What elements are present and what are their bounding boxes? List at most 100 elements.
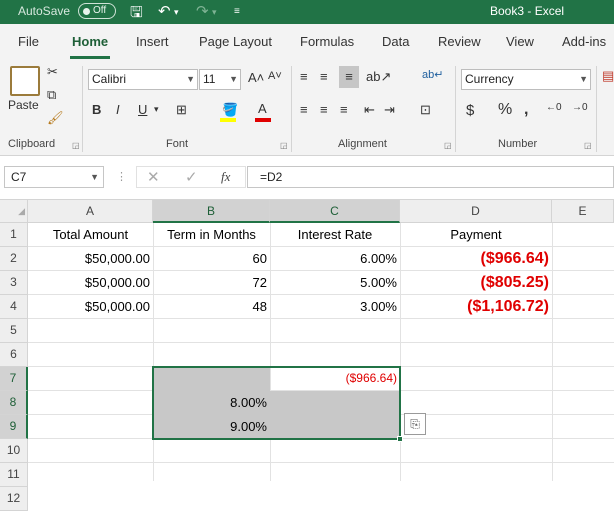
font-size-value: 11 bbox=[203, 72, 216, 86]
column-header-e[interactable]: E bbox=[552, 200, 614, 223]
row-header[interactable]: 12 bbox=[0, 487, 28, 511]
row-header[interactable]: 7 bbox=[0, 367, 28, 391]
align-center-icon[interactable]: ≡ bbox=[320, 102, 328, 117]
tab-review[interactable]: Review bbox=[438, 34, 481, 49]
font-size-select[interactable]: 11 ▼ bbox=[199, 69, 241, 90]
row-header[interactable]: 5 bbox=[0, 319, 28, 343]
cell-c2[interactable]: 6.00% bbox=[270, 247, 400, 271]
borders-icon[interactable]: ⊞ bbox=[176, 102, 187, 118]
enter-icon[interactable]: ✓ bbox=[185, 168, 198, 186]
name-box[interactable]: C7 ▼ bbox=[4, 166, 104, 188]
alignment-launcher-icon[interactable]: ◲ bbox=[444, 141, 452, 150]
redo-icon[interactable]: ↷ bbox=[196, 2, 209, 20]
merge-center-icon[interactable]: ⊡ bbox=[420, 102, 431, 118]
undo-dropdown-icon[interactable]: ▾ bbox=[174, 7, 179, 18]
tab-home[interactable]: Home bbox=[72, 34, 108, 49]
row-header[interactable]: 1 bbox=[0, 223, 28, 247]
row-header[interactable]: 3 bbox=[0, 271, 28, 295]
cell-b3[interactable]: 72 bbox=[153, 271, 270, 295]
cell-d1[interactable]: Payment bbox=[400, 223, 552, 247]
cell-a2[interactable]: $50,000.00 bbox=[28, 247, 153, 271]
decrease-indent-icon[interactable]: ⇤ bbox=[364, 102, 375, 118]
redo-dropdown-icon[interactable]: ▾ bbox=[212, 7, 217, 18]
underline-icon[interactable]: U bbox=[138, 102, 147, 117]
cell-c7[interactable]: ($966.64) bbox=[270, 367, 400, 391]
tab-insert[interactable]: Insert bbox=[136, 34, 169, 49]
cell-a1[interactable]: Total Amount bbox=[28, 223, 153, 247]
paste-icon[interactable] bbox=[10, 66, 40, 96]
column-header-c[interactable]: C bbox=[270, 200, 400, 223]
tab-view[interactable]: View bbox=[506, 34, 534, 49]
customize-qat-icon[interactable]: ≡ bbox=[234, 6, 240, 17]
ribbon: Paste ✂ ⧉ 🖌 Clipboard ◲ Calibri ▼ 11 ▼ A˄ … bbox=[0, 60, 614, 156]
cell-d2[interactable]: ($966.64) bbox=[400, 247, 552, 271]
row-header[interactable]: 2 bbox=[0, 247, 28, 271]
autosave-toggle[interactable]: Off bbox=[78, 3, 116, 19]
font-name-select[interactable]: Calibri ▼ bbox=[88, 69, 198, 90]
increase-indent-icon[interactable]: ⇥ bbox=[384, 102, 395, 118]
cell-d3[interactable]: ($805.25) bbox=[400, 271, 552, 295]
tab-formulas[interactable]: Formulas bbox=[300, 34, 354, 49]
align-bottom-icon[interactable]: ≡ bbox=[339, 66, 359, 88]
italic-icon[interactable]: I bbox=[116, 102, 120, 117]
column-header-b[interactable]: B bbox=[153, 200, 270, 223]
percent-style-icon[interactable]: % bbox=[498, 101, 512, 119]
formula-input[interactable]: =D2 bbox=[247, 166, 614, 188]
cell-c3[interactable]: 5.00% bbox=[270, 271, 400, 295]
font-launcher-icon[interactable]: ◲ bbox=[280, 141, 288, 150]
cell-b8[interactable]: 8.00% bbox=[153, 391, 270, 415]
cell-b1[interactable]: Term in Months bbox=[153, 223, 270, 247]
number-format-select[interactable]: Currency ▼ bbox=[461, 69, 591, 90]
undo-icon[interactable]: ↶ bbox=[158, 2, 171, 20]
column-header-d[interactable]: D bbox=[400, 200, 552, 223]
column-header-a[interactable]: A bbox=[28, 200, 153, 223]
cell-a4[interactable]: $50,000.00 bbox=[28, 295, 153, 319]
select-all-button[interactable]: ◢ bbox=[0, 200, 28, 223]
cell-d4[interactable]: ($1,106.72) bbox=[400, 295, 552, 319]
align-left-icon[interactable]: ≡ bbox=[300, 102, 308, 117]
row-header[interactable]: 10 bbox=[0, 439, 28, 463]
cell-b2[interactable]: 60 bbox=[153, 247, 270, 271]
row-header[interactable]: 11 bbox=[0, 463, 28, 487]
fill-color-icon[interactable]: 🪣 bbox=[222, 102, 238, 118]
cancel-icon[interactable]: ✕ bbox=[147, 168, 160, 186]
bold-icon[interactable]: B bbox=[92, 102, 101, 117]
cell-c1[interactable]: Interest Rate bbox=[270, 223, 400, 247]
row-header[interactable]: 9 bbox=[0, 415, 28, 439]
align-right-icon[interactable]: ≡ bbox=[340, 102, 348, 117]
align-middle-icon[interactable]: ≡ bbox=[320, 69, 328, 84]
underline-dropdown-icon[interactable]: ▾ bbox=[154, 104, 159, 115]
orientation-icon[interactable]: ab↗ bbox=[366, 69, 391, 85]
wrap-text-icon[interactable]: ab↵ bbox=[422, 68, 443, 81]
decrease-font-icon[interactable]: A˅ bbox=[268, 70, 282, 82]
paste-options-icon[interactable]: ⎘ bbox=[404, 413, 426, 435]
increase-font-icon[interactable]: A˄ bbox=[248, 70, 264, 85]
tab-page-layout[interactable]: Page Layout bbox=[199, 34, 272, 49]
cell-b9[interactable]: 9.00% bbox=[153, 415, 270, 439]
font-color-icon[interactable]: A bbox=[258, 101, 267, 116]
conditional-formatting-icon[interactable]: ▤ bbox=[602, 68, 614, 84]
cut-icon[interactable]: ✂ bbox=[47, 64, 58, 80]
decrease-decimal-icon[interactable]: →0 bbox=[572, 102, 588, 113]
clipboard-launcher-icon[interactable]: ◲ bbox=[72, 141, 80, 150]
cell-b4[interactable]: 48 bbox=[153, 295, 270, 319]
format-painter-icon[interactable]: 🖌 bbox=[47, 110, 64, 126]
row-header[interactable]: 6 bbox=[0, 343, 28, 367]
increase-decimal-icon[interactable]: ←0 bbox=[546, 102, 562, 113]
cell-a3[interactable]: $50,000.00 bbox=[28, 271, 153, 295]
copy-icon[interactable]: ⧉ bbox=[47, 87, 56, 103]
group-label-clipboard: Clipboard bbox=[8, 138, 56, 150]
fill-handle[interactable] bbox=[397, 436, 403, 442]
insert-function-icon[interactable]: fx bbox=[221, 169, 230, 185]
cell-c4[interactable]: 3.00% bbox=[270, 295, 400, 319]
tab-data[interactable]: Data bbox=[382, 34, 409, 49]
row-header[interactable]: 4 bbox=[0, 295, 28, 319]
accounting-format-icon[interactable]: $ bbox=[466, 102, 474, 119]
paste-button[interactable]: Paste bbox=[8, 98, 39, 112]
tab-file[interactable]: File bbox=[18, 34, 39, 49]
tab-add-ins[interactable]: Add-ins bbox=[562, 34, 606, 49]
number-launcher-icon[interactable]: ◲ bbox=[584, 141, 592, 150]
comma-style-icon[interactable]: , bbox=[524, 101, 528, 119]
row-header[interactable]: 8 bbox=[0, 391, 28, 415]
align-top-icon[interactable]: ≡ bbox=[300, 69, 308, 84]
